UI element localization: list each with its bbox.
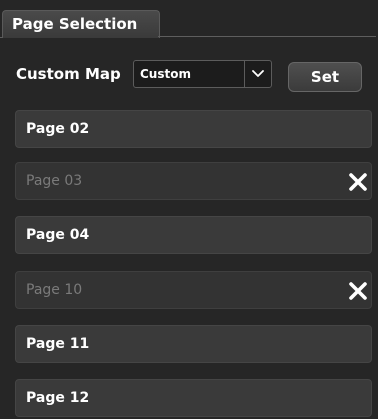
set-button[interactable]: Set — [288, 62, 362, 92]
page-label: Page 11 — [26, 336, 90, 352]
tab-divider — [158, 36, 376, 37]
close-icon[interactable] — [347, 171, 369, 193]
page-item-11[interactable]: Page 11 — [15, 325, 372, 363]
custom-map-select[interactable]: Custom — [133, 60, 272, 88]
custom-map-label: Custom Map — [16, 65, 121, 83]
page-label: Page 10 — [26, 282, 83, 298]
tab-divider-left — [0, 37, 2, 38]
select-divider — [244, 61, 245, 87]
custom-map-select-value: Custom — [140, 67, 191, 81]
page-label: Page 02 — [26, 121, 90, 137]
page-item-04[interactable]: Page 04 — [15, 216, 372, 254]
tab-page-selection[interactable]: Page Selection — [2, 10, 160, 38]
page-label: Page 12 — [26, 390, 90, 406]
page-label: Page 03 — [26, 173, 83, 189]
page-item-12[interactable]: Page 12 — [15, 379, 372, 417]
page-item-10[interactable]: Page 10 — [15, 271, 372, 309]
page-label: Page 04 — [26, 227, 90, 243]
page-item-03[interactable]: Page 03 — [15, 162, 372, 200]
chevron-down-icon[interactable] — [248, 65, 268, 83]
page-item-02[interactable]: Page 02 — [15, 110, 372, 148]
page-selection-panel: Page Selection Custom Map Custom Set Pag… — [0, 0, 378, 419]
close-icon[interactable] — [347, 280, 369, 302]
